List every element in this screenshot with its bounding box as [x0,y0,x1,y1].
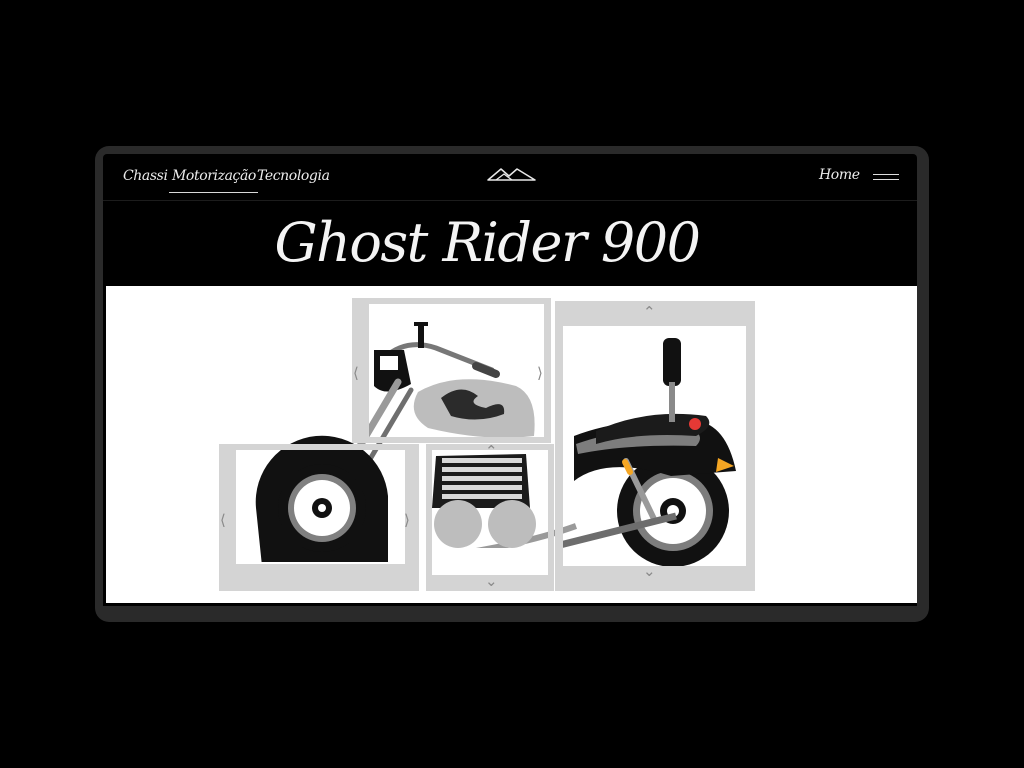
puzzle-tile-rear[interactable] [555,301,755,591]
chevron-up-icon[interactable]: ⌃ [485,444,498,459]
chevron-right-icon[interactable]: ⟩ [537,366,543,381]
chevron-down-icon[interactable]: ⌄ [485,574,498,589]
nav-link-home[interactable]: Home [819,167,860,183]
puzzle-tile-front-wheel[interactable] [219,444,419,591]
chevron-right-icon[interactable]: ⟩ [404,513,410,528]
puzzle-tile-handlebar[interactable] [352,298,551,443]
chevron-down-icon[interactable]: ⌄ [643,564,656,579]
chevron-left-icon[interactable]: ⟨ [353,366,359,381]
page-screen: Chassi Motorização Tecnologia Home Ghost… [103,154,917,606]
device-frame: Chassi Motorização Tecnologia Home Ghost… [95,146,929,622]
nav-link-motorizacao[interactable]: Motorização [169,168,258,193]
menu-lines-icon[interactable] [871,170,901,184]
puzzle-tile-engine[interactable] [426,444,554,591]
chevron-up-icon[interactable]: ⌃ [643,305,656,320]
chevron-left-icon[interactable]: ⟨ [220,513,226,528]
nav-link-tecnologia[interactable]: Tecnologia [257,168,330,184]
motorcycle-puzzle-stage: ⟨ ⟩ ⟨ ⟩ ⌃ ⌄ ⌃ ⌄ [106,286,917,603]
mountain-logo-icon[interactable] [487,166,537,182]
page-title: Ghost Rider 900 [274,211,701,274]
nav-link-chassi[interactable]: Chassi [123,168,168,184]
top-navigation: Chassi Motorização Tecnologia Home [103,154,917,201]
